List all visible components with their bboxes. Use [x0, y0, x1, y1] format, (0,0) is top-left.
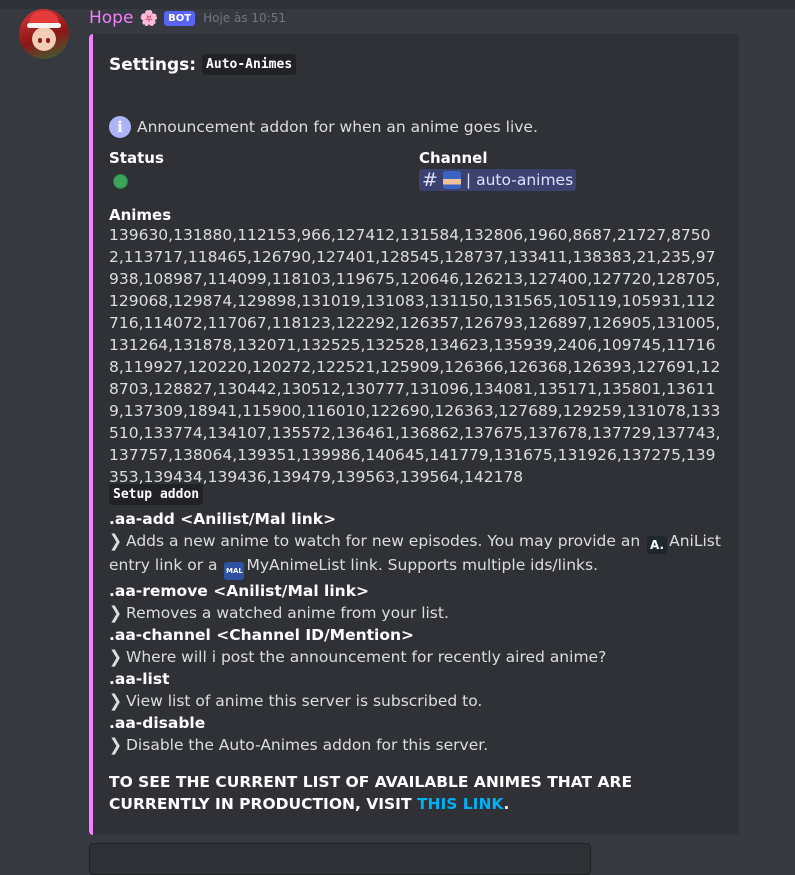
animes-field: Animes 139630,131880,112153,966,127412,1… — [109, 206, 721, 488]
embed: Settings: Auto-Animes i Announcement add… — [89, 34, 739, 835]
embed-title: Settings: Auto-Animes — [109, 54, 297, 75]
info-icon: i — [109, 116, 131, 138]
production-notice: TO SEE THE CURRENT LIST OF AVAILABLE ANI… — [109, 771, 721, 815]
notice-text: TO SEE THE CURRENT LIST OF AVAILABLE ANI… — [109, 773, 633, 813]
channel-hash-icon: # — [422, 169, 438, 191]
command-desc: ❯ Where will i post the announcement for … — [109, 646, 721, 668]
hat-shape — [27, 11, 61, 28]
avatar[interactable] — [19, 9, 69, 59]
next-message-preview — [89, 843, 591, 875]
eye-shape — [38, 38, 42, 43]
bot-tag: BOT — [164, 10, 196, 26]
status-field: Status — [109, 149, 164, 189]
command-disable: .aa-disable ❯ Disable the Auto-Animes add… — [109, 712, 721, 756]
command-list: .aa-list ❯ View list of anime this server… — [109, 668, 721, 712]
chevron-right-icon: ❯ — [109, 735, 122, 755]
command-desc-text: Disable the Auto-Animes addon for this s… — [126, 736, 489, 754]
status-dot-icon — [113, 174, 128, 189]
mal-text: MyAnimeList link. Supports multiple ids/… — [246, 556, 599, 574]
chevron-right-icon: ❯ — [109, 647, 122, 667]
setup-label: Setup addon — [109, 483, 204, 505]
anilist-icon: A. — [647, 536, 668, 554]
command-desc: ❯ Removes a watched anime from your list. — [109, 602, 721, 624]
command-desc-text: Removes a watched anime from your list. — [126, 604, 449, 622]
message-header: Hope 🌸 BOT Hoje às 10:51 — [89, 6, 286, 30]
command-name: .aa-add <Anilist/Mal link> — [109, 510, 337, 528]
chevron-right-icon: ❯ — [109, 531, 122, 551]
embed-description: i Announcement addon for when an anime g… — [109, 116, 538, 138]
channel-mention-text: | auto-animes — [465, 171, 574, 189]
command-name: .aa-list — [109, 670, 170, 688]
command-desc: ❯ View list of anime this server is subsc… — [109, 690, 721, 712]
flower-emoji: 🌸 — [139, 9, 159, 27]
command-name: .aa-disable — [109, 714, 206, 732]
command-desc-text: View list of anime this server is subscr… — [126, 692, 483, 710]
command-desc: ❯ Disable the Auto-Animes addon for this … — [109, 734, 721, 756]
command-channel: .aa-channel <Channel ID/Mention> ❯ Where … — [109, 624, 721, 668]
animes-list: 139630,131880,112153,966,127412,131584,1… — [109, 226, 721, 486]
command-name: .aa-channel <Channel ID/Mention> — [109, 626, 415, 644]
setup-code: Setup addon — [109, 484, 204, 505]
command-name: .aa-remove <Anilist/Mal link> — [109, 582, 370, 600]
title-prefix: Settings: — [109, 54, 197, 75]
myanimelist-icon: MAL — [224, 562, 245, 580]
this-link[interactable]: THIS LINK — [417, 795, 504, 813]
title-code: Auto-Animes — [202, 54, 297, 75]
eye-shape — [46, 38, 50, 43]
channel-field-name: Channel — [419, 149, 488, 167]
chevron-right-icon: ❯ — [109, 603, 122, 623]
channel-mention[interactable]: # | auto-animes — [419, 169, 577, 191]
timestamp[interactable]: Hoje às 10:51 — [203, 11, 286, 25]
channel-field: Channel # | auto-animes — [419, 149, 577, 191]
command-desc-text: Adds a new anime to watch for new episod… — [126, 532, 641, 550]
description-text: Announcement addon for when an anime goe… — [137, 118, 538, 136]
command-add: .aa-add <Anilist/Mal link> ❯ Adds a new a… — [109, 508, 721, 580]
command-remove: .aa-remove <Anilist/Mal link> ❯ Removes a… — [109, 580, 721, 624]
chevron-right-icon: ❯ — [109, 691, 122, 711]
status-field-name: Status — [109, 149, 164, 167]
animes-field-name: Animes — [109, 206, 172, 224]
notice-end: . — [503, 795, 510, 813]
commands-list: .aa-add <Anilist/Mal link> ❯ Adds a new a… — [109, 508, 721, 756]
command-desc-text: Where will i post the announcement for r… — [126, 648, 607, 666]
channel-emoji-icon — [442, 171, 461, 189]
username[interactable]: Hope — [89, 8, 133, 28]
command-desc: ❯ Adds a new anime to watch for new episo… — [109, 530, 721, 580]
face-shape — [34, 31, 54, 49]
